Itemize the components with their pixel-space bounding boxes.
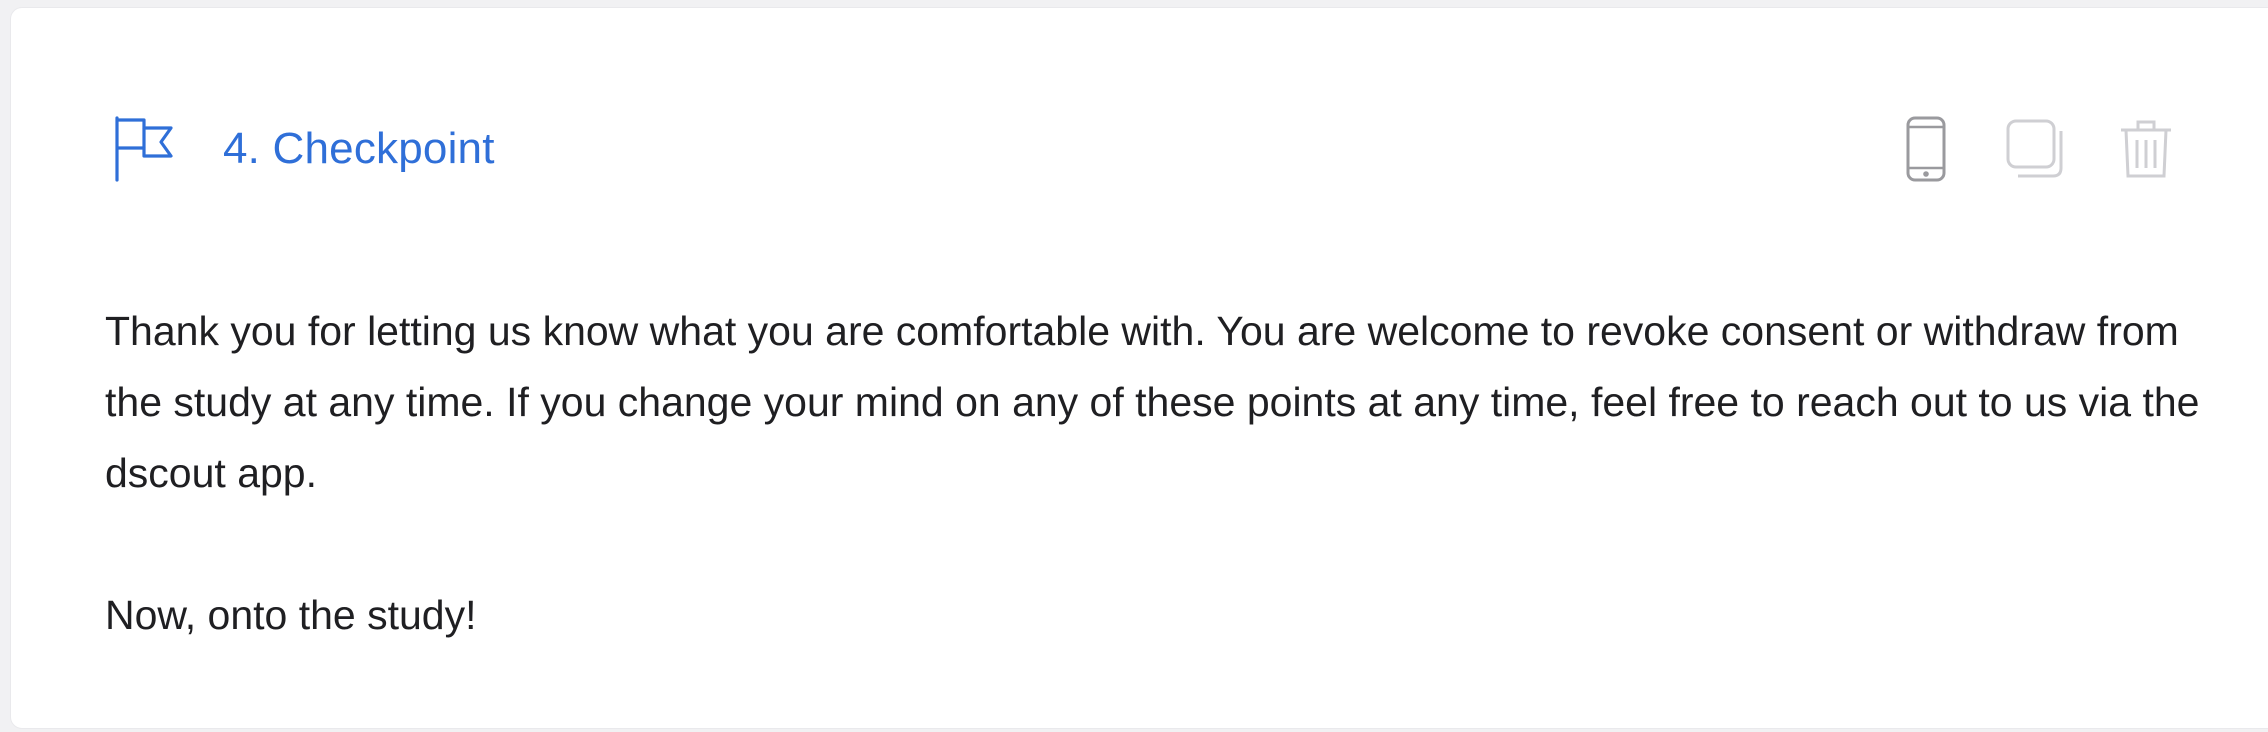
duplicate-icon	[2005, 118, 2067, 185]
body-paragraph-1: Thank you for letting us know what you a…	[105, 308, 2200, 496]
trash-icon	[2118, 118, 2174, 185]
mobile-phone-icon	[1906, 116, 1946, 187]
body-paragraph-2: Now, onto the study!	[105, 592, 477, 638]
mobile-preview-button[interactable]	[1891, 116, 1961, 186]
checkpoint-header: 4. Checkpoint	[111, 113, 495, 185]
card-actions	[1891, 116, 2221, 186]
delete-button[interactable]	[2111, 116, 2181, 186]
flag-icon	[111, 114, 177, 184]
duplicate-button[interactable]	[2001, 116, 2071, 186]
checkpoint-card: 4. Checkpoint Thank you for letting us k…	[10, 7, 2268, 729]
checkpoint-body: Thank you for letting us know what you a…	[105, 296, 2235, 651]
checkpoint-title[interactable]: 4. Checkpoint	[223, 127, 495, 171]
